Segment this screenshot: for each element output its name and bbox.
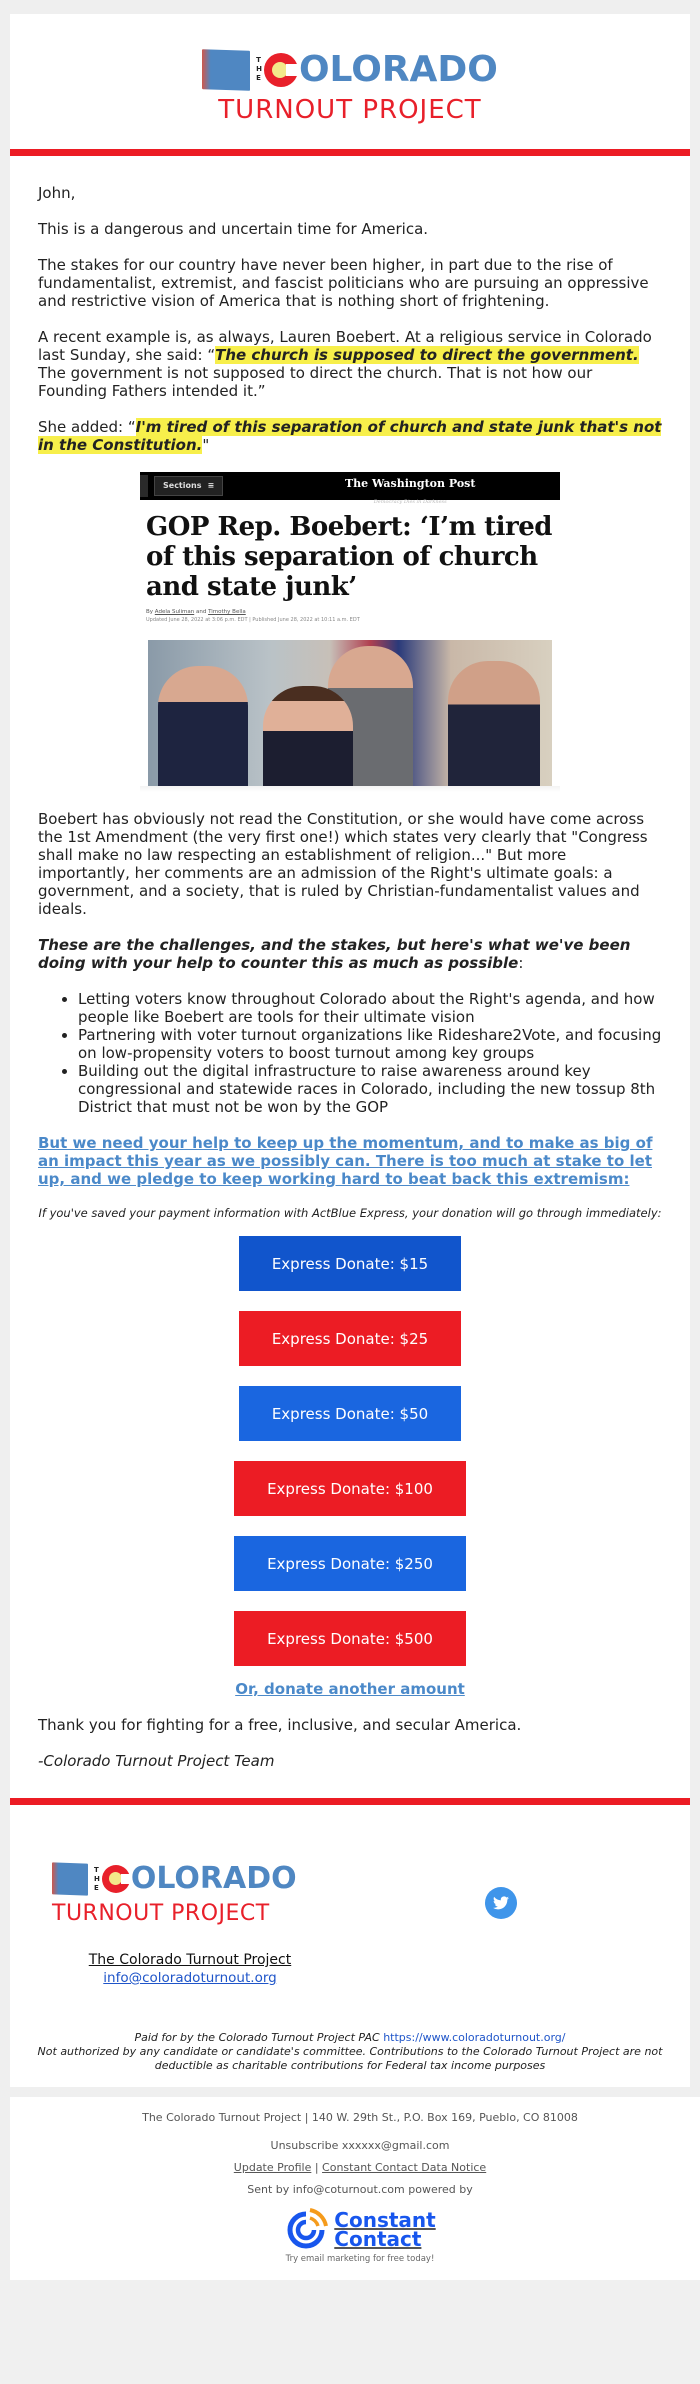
footer-org-info: The Colorado Turnout Project info@colora… bbox=[10, 1951, 310, 1987]
list-item: Letting voters know throughout Colorado … bbox=[78, 990, 662, 1026]
constant-contact-icon bbox=[287, 2208, 329, 2249]
paragraph-6: These are the challenges, and the stakes… bbox=[38, 936, 631, 972]
greeting: John, bbox=[38, 184, 76, 202]
article-byline: By Adela Suliman and Timothy Bella bbox=[146, 609, 246, 615]
list-item: Building out the digital infrastructure … bbox=[78, 1062, 662, 1116]
paragraph-1: This is a dangerous and uncertain time f… bbox=[38, 220, 429, 238]
constant-contact-footer: The Colorado Turnout Project | 140 W. 29… bbox=[10, 2097, 700, 2280]
list-item: Partnering with voter turnout organizati… bbox=[78, 1026, 662, 1062]
logo-colorado-text: OLORADO bbox=[298, 48, 498, 90]
paid-for-disclaimer: Paid for by the Colorado Turnout Project… bbox=[37, 2031, 663, 2072]
constant-contact-logo[interactable]: Constant Contact bbox=[10, 2208, 700, 2252]
donate-25-button[interactable]: Express Donate: $25 bbox=[239, 1311, 461, 1366]
footer-brand-area: T H E OLORADO TURNOUT PROJECT The Colora… bbox=[10, 1805, 690, 2003]
article-headline: GOP Rep. Boebert: ‘I’m tired of this sep… bbox=[146, 512, 552, 602]
wp-masthead: The Washington Post Democracy Dies in Da… bbox=[345, 477, 476, 505]
paragraph-2: The stakes for our country have never be… bbox=[38, 256, 649, 310]
hamburger-icon: ≡ bbox=[207, 481, 215, 490]
donate-15-button[interactable]: Express Donate: $15 bbox=[239, 1236, 461, 1291]
logo-the: T H E bbox=[94, 1865, 100, 1892]
colorado-c-icon bbox=[101, 1865, 132, 1893]
signature: -Colorado Turnout Project Team bbox=[38, 1752, 275, 1770]
colorado-turnout-logo[interactable]: T H E OLORADO TURNOUT PROJECT bbox=[202, 47, 498, 125]
email-body: John, This is a dangerous and uncertain … bbox=[10, 156, 690, 1798]
quote-highlight-1: The church is supposed to direct the gov… bbox=[215, 346, 639, 364]
article-photo bbox=[148, 640, 552, 786]
donate-other-amount-link[interactable]: Or, donate another amount bbox=[38, 1680, 662, 1698]
donate-500-button[interactable]: Express Donate: $500 bbox=[234, 1611, 466, 1666]
footer-divider bbox=[10, 1798, 690, 1805]
article-dates: Updated June 28, 2022 at 3:06 p.m. EDT |… bbox=[146, 617, 360, 623]
cc-tagline: Try email marketing for free today! bbox=[285, 2254, 435, 2264]
footer-org-name-link[interactable]: The Colorado Turnout Project bbox=[70, 1951, 310, 1969]
twitter-icon[interactable] bbox=[485, 1887, 517, 1919]
donate-buttons: Express Donate: $15 Express Donate: $25 … bbox=[38, 1236, 662, 1680]
logo-turnout-text: TURNOUT PROJECT bbox=[218, 94, 482, 125]
data-notice-link[interactable]: Constant Contact Data Notice bbox=[322, 2161, 486, 2174]
donate-250-button[interactable]: Express Donate: $250 bbox=[234, 1536, 466, 1591]
colorado-c-icon bbox=[263, 52, 300, 87]
header-logo-area: T H E OLORADO TURNOUT PROJECT bbox=[10, 14, 690, 149]
thank-you-text: Thank you for fighting for a free, inclu… bbox=[38, 1716, 522, 1734]
mailing-address: The Colorado Turnout Project | 140 W. 29… bbox=[142, 2111, 578, 2124]
paragraph-3: A recent example is, as always, Lauren B… bbox=[38, 328, 652, 400]
footer-email-link[interactable]: info@coloradoturnout.org bbox=[70, 1969, 310, 1987]
website-link[interactable]: https://www.coloradoturnout.org/ bbox=[383, 2031, 565, 2044]
email-background: T H E OLORADO TURNOUT PROJECT John, This… bbox=[0, 0, 700, 2280]
footer-logo[interactable]: T H E OLORADO TURNOUT PROJECT bbox=[52, 1859, 297, 1929]
flag-icon bbox=[52, 1862, 88, 1896]
donate-50-button[interactable]: Express Donate: $50 bbox=[239, 1386, 461, 1441]
update-profile-link[interactable]: Update Profile bbox=[234, 2161, 312, 2174]
wp-nav-bar: Sections ≡ The Washington Post Democracy… bbox=[140, 472, 560, 505]
header-divider bbox=[10, 149, 690, 156]
cta-donate-link[interactable]: But we need your help to keep up the mom… bbox=[38, 1134, 662, 1188]
wp-sections-button: Sections ≡ bbox=[154, 476, 224, 496]
flag-icon bbox=[202, 48, 251, 91]
article-screenshot[interactable]: Sections ≡ The Washington Post Democracy… bbox=[140, 472, 560, 792]
unsubscribe-link[interactable]: Unsubscribe xxxxxx@gmail.com bbox=[271, 2139, 450, 2152]
paragraph-5: Boebert has obviously not read the Const… bbox=[38, 810, 648, 918]
sent-by-text: Sent by info@coturnout.com powered by bbox=[247, 2183, 473, 2196]
paragraph-4: She added: “I'm tired of this separation… bbox=[38, 418, 662, 454]
actblue-express-note: If you've saved your payment information… bbox=[38, 1206, 662, 1220]
email-card: T H E OLORADO TURNOUT PROJECT John, This… bbox=[10, 14, 690, 2087]
accomplishments-list: Letting voters know throughout Colorado … bbox=[78, 990, 662, 1116]
donate-100-button[interactable]: Express Donate: $100 bbox=[234, 1461, 466, 1516]
logo-the: T H E bbox=[256, 56, 262, 82]
